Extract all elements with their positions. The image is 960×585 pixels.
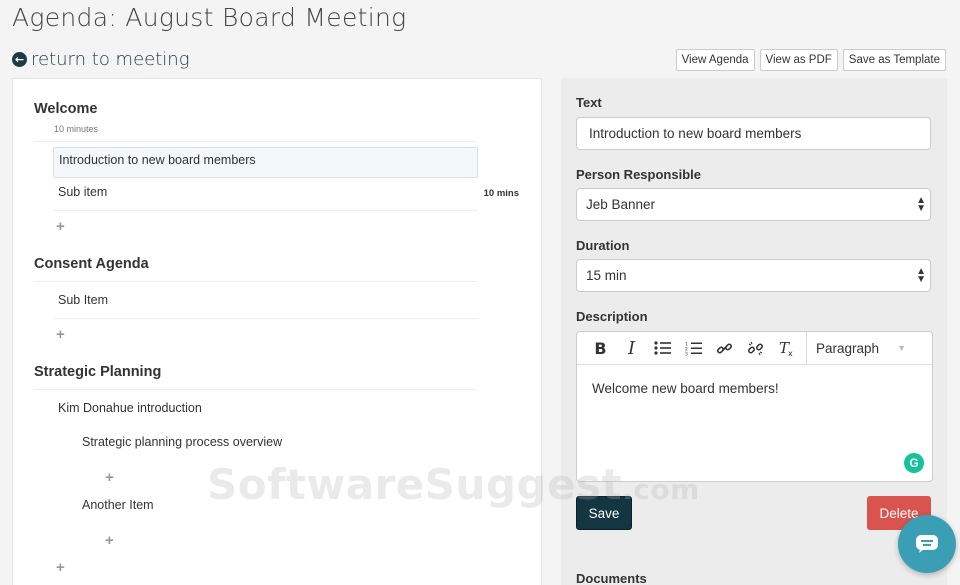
add-item-icon[interactable]: + <box>56 218 65 235</box>
duration-label: Duration <box>576 238 630 253</box>
section-title[interactable]: Strategic Planning <box>34 364 161 380</box>
bullet-list-icon[interactable] <box>647 332 678 364</box>
return-label: return to meeting <box>31 49 190 70</box>
bold-icon[interactable]: B <box>585 332 616 364</box>
documents-label: Documents <box>576 571 647 585</box>
numbered-list-icon[interactable]: 123 <box>678 332 709 364</box>
chevron-down-icon: ▼ <box>897 343 906 353</box>
agenda-item[interactable]: Sub item <box>58 185 107 199</box>
section-subtitle: 10 minutes <box>54 124 99 134</box>
divider <box>34 389 477 390</box>
paragraph-format-select[interactable]: Paragraph ▼ <box>806 331 932 365</box>
svg-text:3: 3 <box>685 351 688 356</box>
agenda-subitem[interactable]: Another Item <box>82 498 154 512</box>
save-template-button[interactable]: Save as Template <box>842 49 946 71</box>
description-label: Description <box>576 309 648 324</box>
italic-icon[interactable]: I <box>616 332 647 364</box>
select-arrows-icon: ▲ ▼ <box>916 266 926 285</box>
duration-value: 15 min <box>586 268 627 283</box>
select-arrows-icon: ▲ ▼ <box>916 195 926 214</box>
section-title[interactable]: Welcome <box>34 101 97 117</box>
divider <box>53 210 478 211</box>
divider <box>34 281 477 282</box>
agenda-item[interactable]: Kim Donahue introduction <box>58 401 202 415</box>
text-label: Text <box>576 95 602 110</box>
unlink-icon[interactable] <box>740 332 771 364</box>
chat-icon <box>916 535 938 553</box>
agenda-item[interactable]: Sub Item <box>58 293 108 307</box>
circle-arrow-left-icon: ← <box>12 52 27 67</box>
top-toolbar: View Agenda View as PDF Save as Template <box>675 49 946 71</box>
add-item-icon[interactable]: + <box>56 326 65 343</box>
watermark-text: SoftwareSuggest <box>207 460 623 509</box>
svg-text:x: x <box>788 349 793 357</box>
agenda-subitem[interactable]: Strategic planning process overview <box>82 435 282 449</box>
return-to-meeting-link[interactable]: ← return to meeting <box>12 49 190 70</box>
chat-widget-button[interactable] <box>898 515 956 573</box>
duration-select[interactable]: 15 min ▲ ▼ <box>576 259 931 292</box>
divider <box>53 318 478 319</box>
person-label: Person Responsible <box>576 167 701 182</box>
person-value: Jeb Banner <box>586 197 656 212</box>
watermark: SoftwareSuggest.com <box>207 460 700 509</box>
section-title[interactable]: Consent Agenda <box>34 256 149 272</box>
agenda-item-selected[interactable]: Introduction to new board members <box>53 147 478 178</box>
add-item-icon[interactable]: + <box>56 559 65 576</box>
add-item-icon[interactable]: + <box>105 532 114 549</box>
editor-toolbar: B I 123 Tx Paragraph ▼ <box>577 331 932 365</box>
link-icon[interactable] <box>709 332 740 364</box>
text-input[interactable]: Introduction to new board members <box>576 117 931 150</box>
clear-format-icon[interactable]: Tx <box>771 332 802 364</box>
view-pdf-button[interactable]: View as PDF <box>759 49 838 71</box>
grammarly-icon[interactable]: G <box>904 453 924 473</box>
item-duration: 10 mins <box>483 188 519 199</box>
paragraph-format-value: Paragraph <box>816 340 880 356</box>
description-content[interactable]: Welcome new board members! <box>577 365 932 412</box>
view-agenda-button[interactable]: View Agenda <box>675 49 755 71</box>
page-title: Agenda: August Board Meeting <box>12 3 407 32</box>
add-item-icon[interactable]: + <box>105 469 114 486</box>
divider <box>34 141 477 142</box>
person-select[interactable]: Jeb Banner ▲ ▼ <box>576 188 931 221</box>
watermark-suffix: .com <box>622 473 700 506</box>
